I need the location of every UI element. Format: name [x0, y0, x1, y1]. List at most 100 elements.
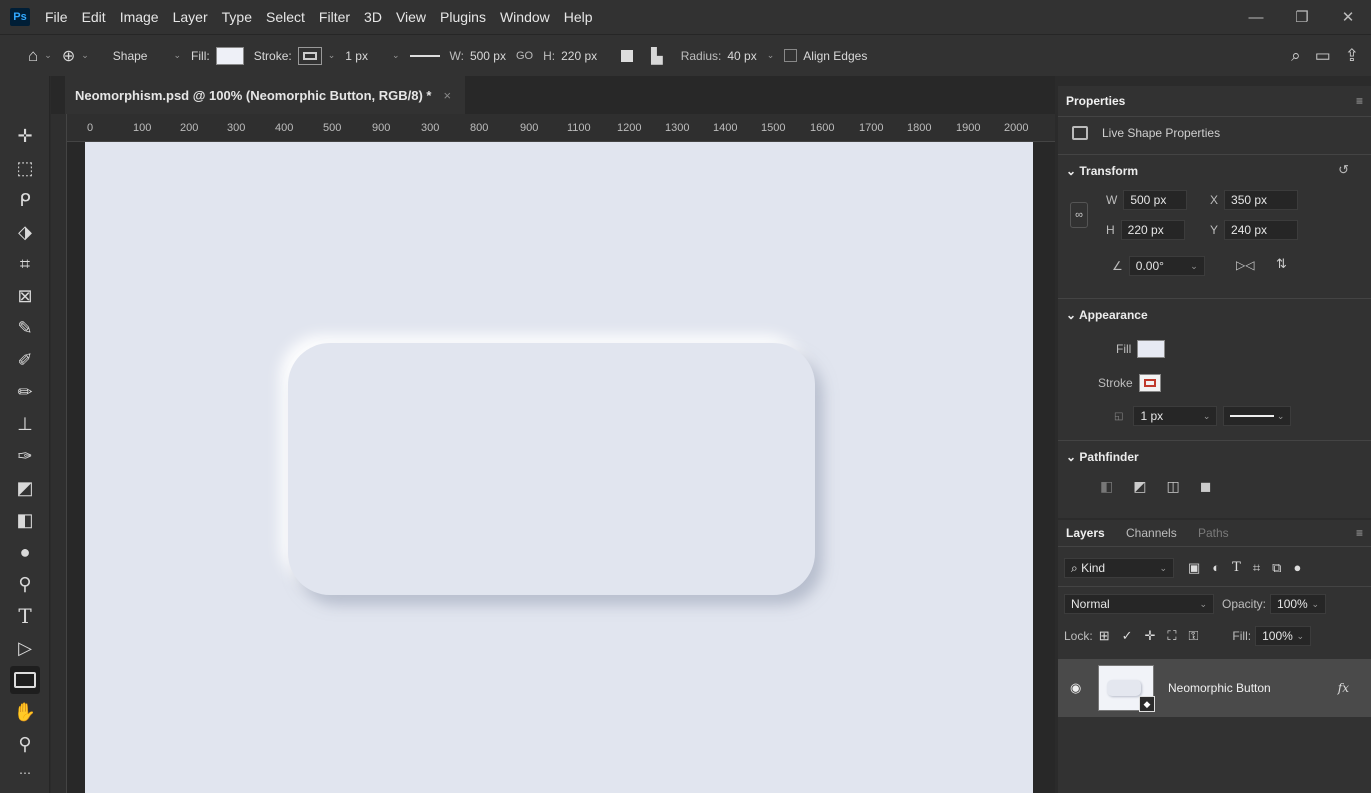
- workspace-icon[interactable]: ▭: [1315, 46, 1331, 66]
- canvas-area[interactable]: [67, 142, 1055, 793]
- dodge-tool-icon[interactable]: ⚲: [0, 568, 50, 600]
- filter-smart-object-icon[interactable]: ⧉: [1272, 560, 1281, 576]
- fill-control[interactable]: Fill:: [191, 46, 244, 65]
- lock-position-icon[interactable]: ✛: [1145, 628, 1156, 644]
- marquee-tool-icon[interactable]: ⬚: [0, 152, 50, 184]
- brush-tool-icon[interactable]: ✏: [0, 376, 50, 408]
- menu-help[interactable]: Help: [557, 9, 600, 25]
- layer-visibility-eye-icon[interactable]: ◉: [1070, 680, 1081, 696]
- stroke-width-select[interactable]: 1 px ⌄: [345, 49, 399, 63]
- menu-view[interactable]: View: [389, 9, 433, 25]
- zoom-tool-icon[interactable]: ⚲: [0, 728, 50, 760]
- document-canvas[interactable]: [85, 142, 1033, 793]
- x-value-input[interactable]: 350 px: [1224, 190, 1299, 210]
- fill-swatch[interactable]: [215, 46, 244, 65]
- panel-menu-icon[interactable]: ≡: [1356, 94, 1363, 108]
- filter-type-icon[interactable]: T: [1232, 560, 1241, 576]
- link-dimensions-icon[interactable]: GO: [516, 50, 533, 62]
- stroke-type-select[interactable]: [409, 54, 440, 57]
- menu-edit[interactable]: Edit: [75, 9, 113, 25]
- layer-fill-input[interactable]: 100% ⌄: [1255, 626, 1312, 646]
- appearance-fill-swatch[interactable]: [1137, 340, 1166, 358]
- radius-value[interactable]: 40 px: [727, 49, 756, 63]
- layer-name[interactable]: Neomorphic Button: [1168, 681, 1271, 695]
- link-wh-icon[interactable]: ∞: [1070, 202, 1088, 228]
- path-operations-icon[interactable]: [621, 49, 634, 62]
- flip-horizontal-icon[interactable]: ▷◁: [1236, 258, 1254, 272]
- document-tab[interactable]: Neomorphism.psd @ 100% (Neomorphic Butto…: [65, 76, 466, 114]
- y-value-input[interactable]: 240 px: [1224, 220, 1299, 240]
- channels-tab[interactable]: Channels: [1126, 526, 1177, 540]
- menu-image[interactable]: Image: [113, 9, 166, 25]
- reset-transform-icon[interactable]: ↺: [1338, 162, 1349, 178]
- eraser-tool-icon[interactable]: ◩: [0, 472, 50, 504]
- appearance-stroke-swatch[interactable]: [1138, 374, 1161, 392]
- flip-vertical-icon[interactable]: ⇅: [1276, 256, 1287, 272]
- transform-h-field[interactable]: H 220 px: [1106, 220, 1185, 240]
- stroke-style-select[interactable]: ⌄: [1223, 406, 1292, 426]
- history-brush-tool-icon[interactable]: ✑: [0, 440, 50, 472]
- lasso-tool-icon[interactable]: ᑭ: [0, 184, 50, 216]
- height-field[interactable]: H: 220 px: [543, 49, 597, 63]
- menu-window[interactable]: Window: [493, 9, 557, 25]
- transform-y-field[interactable]: Y 240 px: [1210, 220, 1299, 240]
- type-tool-icon[interactable]: T: [0, 600, 50, 632]
- width-field[interactable]: W: 500 px: [450, 49, 506, 63]
- h-value-input[interactable]: 220 px: [1120, 220, 1185, 240]
- layer-row[interactable]: ◉ ◆ Neomorphic Button fx: [1058, 659, 1371, 717]
- move-tool-icon[interactable]: ✛: [0, 120, 50, 152]
- healing-brush-tool-icon[interactable]: ✐: [0, 344, 50, 376]
- close-button[interactable]: ✕: [1325, 8, 1371, 26]
- tool-preset-icon[interactable]: ⊕ ⌄: [62, 46, 89, 66]
- filter-toggle-icon[interactable]: ●: [1293, 560, 1301, 576]
- menu-filter[interactable]: Filter: [312, 9, 357, 25]
- layer-kind-select[interactable]: ⌕ Kind ⌄: [1064, 558, 1174, 578]
- filter-adjustment-icon[interactable]: ◐: [1212, 560, 1220, 576]
- transform-header[interactable]: ⌄ Transform: [1066, 164, 1138, 178]
- lock-artboard-icon[interactable]: ⛶: [1167, 628, 1176, 644]
- blend-mode-select[interactable]: Normal ⌄: [1064, 594, 1214, 614]
- lock-transparent-icon[interactable]: ⊞: [1099, 628, 1110, 644]
- lock-all-icon[interactable]: ⚿: [1189, 628, 1199, 644]
- w-value-input[interactable]: 500 px: [1123, 190, 1188, 210]
- lock-pixels-icon[interactable]: ✓: [1122, 628, 1133, 644]
- transform-angle-field[interactable]: ∠ 0.00° ⌄: [1112, 256, 1205, 276]
- paths-tab[interactable]: Paths: [1198, 526, 1229, 540]
- minimize-button[interactable]: —: [1233, 9, 1279, 26]
- blur-tool-icon[interactable]: ●: [0, 536, 50, 568]
- gradient-tool-icon[interactable]: ◧: [0, 504, 50, 536]
- search-icon[interactable]: ⌕: [1291, 46, 1301, 66]
- edit-toolbar-icon[interactable]: ⋯: [0, 760, 50, 786]
- align-edges-option[interactable]: Align Edges: [784, 49, 867, 63]
- menu-select[interactable]: Select: [259, 9, 312, 25]
- menu-3d[interactable]: 3D: [357, 9, 389, 25]
- layers-menu-icon[interactable]: ≡: [1356, 526, 1363, 540]
- hand-tool-icon[interactable]: ✋: [0, 696, 50, 728]
- width-value[interactable]: 500 px: [470, 49, 506, 63]
- intersect-shapes-icon[interactable]: ◫: [1166, 478, 1179, 495]
- menu-type[interactable]: Type: [215, 9, 259, 25]
- filter-shape-icon[interactable]: ⌗: [1253, 560, 1260, 576]
- radius-field[interactable]: Radius: 40 px ⌄: [681, 49, 775, 63]
- home-icon[interactable]: ⌂ ⌄: [28, 46, 52, 66]
- close-document-icon[interactable]: ×: [444, 88, 452, 103]
- tool-mode-select[interactable]: Shape ⌄: [113, 49, 181, 63]
- neomorphic-button-shape[interactable]: [288, 343, 815, 595]
- combine-shapes-icon[interactable]: ◧: [1100, 478, 1113, 495]
- menu-file[interactable]: File: [38, 9, 75, 25]
- filter-pixel-icon[interactable]: ▣: [1188, 560, 1200, 576]
- path-arrangement-icon[interactable]: ▙: [651, 47, 663, 65]
- angle-value-input[interactable]: 0.00° ⌄: [1128, 256, 1205, 276]
- properties-tab[interactable]: Properties: [1066, 94, 1125, 108]
- align-edges-checkbox[interactable]: [784, 49, 798, 62]
- stroke-width-select[interactable]: 1 px ⌄: [1133, 406, 1218, 426]
- share-icon[interactable]: ⇪: [1345, 46, 1359, 66]
- opacity-input[interactable]: 100% ⌄: [1270, 594, 1327, 614]
- path-selection-tool-icon[interactable]: ▷: [0, 632, 50, 664]
- object-select-tool-icon[interactable]: ⬗: [0, 216, 50, 248]
- rectangle-tool-icon[interactable]: [0, 664, 50, 696]
- layer-effects-icon[interactable]: fx: [1338, 681, 1349, 695]
- frame-tool-icon[interactable]: ⊠: [0, 280, 50, 312]
- transform-w-field[interactable]: W 500 px: [1106, 190, 1188, 210]
- menu-plugins[interactable]: Plugins: [433, 9, 493, 25]
